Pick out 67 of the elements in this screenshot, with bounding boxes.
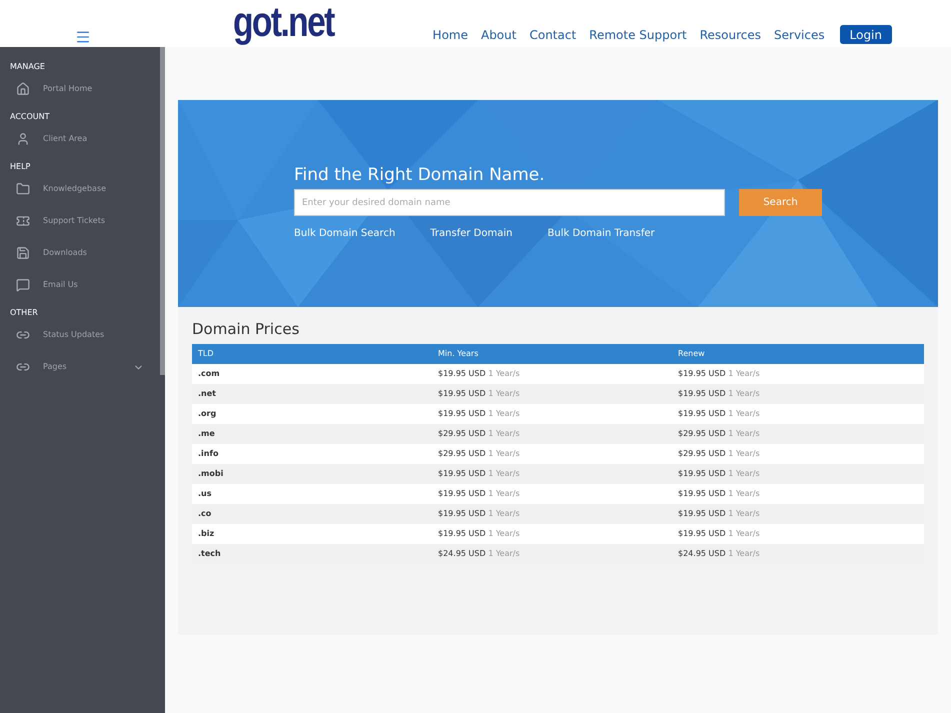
section-heading: OTHER xyxy=(9,307,39,319)
sidebar-item[interactable]: Client Area xyxy=(0,123,160,155)
login-button[interactable]: Login xyxy=(840,25,892,44)
column-header: Renew xyxy=(678,348,706,360)
chat-bubble-icon xyxy=(16,278,30,292)
table-cell-text: $19.95 USD 1 Year/s xyxy=(678,528,761,540)
scrollbar[interactable] xyxy=(160,47,165,375)
sidebar-item[interactable]: Downloads xyxy=(0,237,160,269)
sidebar-item[interactable]: Status Updates xyxy=(0,319,160,351)
ticket-icon xyxy=(16,214,30,228)
nav-link[interactable]: About xyxy=(480,26,516,44)
table-cell-text: .com xyxy=(198,368,221,380)
banner-link[interactable]: Bulk Domain Search xyxy=(294,226,396,241)
table-cell-text: $24.95 USD 1 Year/s xyxy=(678,548,761,560)
sidebar-item[interactable]: Knowledgebase xyxy=(0,173,160,205)
nav-link[interactable]: Resources xyxy=(700,26,762,44)
table-cell-text: $19.95 USD 1 Year/s xyxy=(678,368,761,380)
table-cell-text: $19.95 USD 1 Year/s xyxy=(678,388,761,400)
table-cell-text: $19.95 USD 1 Year/s xyxy=(678,408,761,420)
table-cell-text: .info xyxy=(198,448,220,460)
banner-link[interactable]: Transfer Domain xyxy=(430,226,512,241)
table-cell-text: .me xyxy=(198,428,216,440)
table-cell-text: $19.95 USD 1 Year/s xyxy=(438,408,521,420)
section-heading: MANAGE xyxy=(9,61,46,73)
nav-link[interactable]: Contact xyxy=(529,26,576,44)
user-icon xyxy=(16,132,30,146)
banner-title: Find the Right Domain Name. xyxy=(294,164,546,187)
table-cell-text: $29.95 USD 1 Year/s xyxy=(438,448,521,460)
table-cell-text: .mobi xyxy=(198,468,224,480)
table-cell-text: $19.95 USD 1 Year/s xyxy=(438,468,521,480)
table-cell-text: $19.95 USD 1 Year/s xyxy=(438,528,521,540)
logo[interactable]: got.net xyxy=(233,0,334,44)
nav-link[interactable]: Services xyxy=(774,26,825,44)
table-cell-text: $29.95 USD 1 Year/s xyxy=(678,448,761,460)
table-cell-text: $19.95 USD 1 Year/s xyxy=(438,488,521,500)
banner-link[interactable]: Bulk Domain Transfer xyxy=(548,226,655,241)
table-cell-text: .net xyxy=(198,388,217,400)
table-cell-text: .co xyxy=(198,508,212,520)
column-header: Min. Years xyxy=(438,348,480,360)
section-title: Domain Prices xyxy=(192,319,300,339)
search-button[interactable]: Search xyxy=(739,189,822,216)
table-cell-text: $19.95 USD 1 Year/s xyxy=(438,388,521,400)
table-cell-text: .us xyxy=(198,488,212,500)
column-header: TLD xyxy=(198,348,215,360)
menu-icon[interactable] xyxy=(74,29,90,45)
table-cell-text: $24.95 USD 1 Year/s xyxy=(438,548,521,560)
sidebar-item[interactable]: Support Tickets xyxy=(0,205,160,237)
sidebar-item[interactable]: Portal Home xyxy=(0,73,160,105)
table-cell-text: $19.95 USD 1 Year/s xyxy=(678,468,761,480)
table-cell-text: .biz xyxy=(198,528,216,540)
table-cell-text: $29.95 USD 1 Year/s xyxy=(438,428,521,440)
folder-icon xyxy=(16,182,30,196)
sidebar-item[interactable]: Pages xyxy=(0,351,160,383)
table-cell-text: $19.95 USD 1 Year/s xyxy=(678,488,761,500)
nav-link[interactable]: Home xyxy=(432,26,468,44)
domain-search-field[interactable]: Enter your desired domain name xyxy=(294,189,725,216)
table-cell-text: $29.95 USD 1 Year/s xyxy=(678,428,761,440)
section-heading: ACCOUNT xyxy=(9,111,51,123)
home-icon xyxy=(16,82,30,96)
nav-link[interactable]: Remote Support xyxy=(589,26,687,44)
table-cell-text: $19.95 USD 1 Year/s xyxy=(438,368,521,380)
table-cell-text: .tech xyxy=(198,548,222,560)
table-cell-text: $19.95 USD 1 Year/s xyxy=(438,508,521,520)
table-cell-text: .org xyxy=(198,408,218,420)
table-cell-text: $19.95 USD 1 Year/s xyxy=(678,508,761,520)
sidebar-item[interactable]: Email Us xyxy=(0,269,160,301)
section-heading: HELP xyxy=(9,161,32,173)
